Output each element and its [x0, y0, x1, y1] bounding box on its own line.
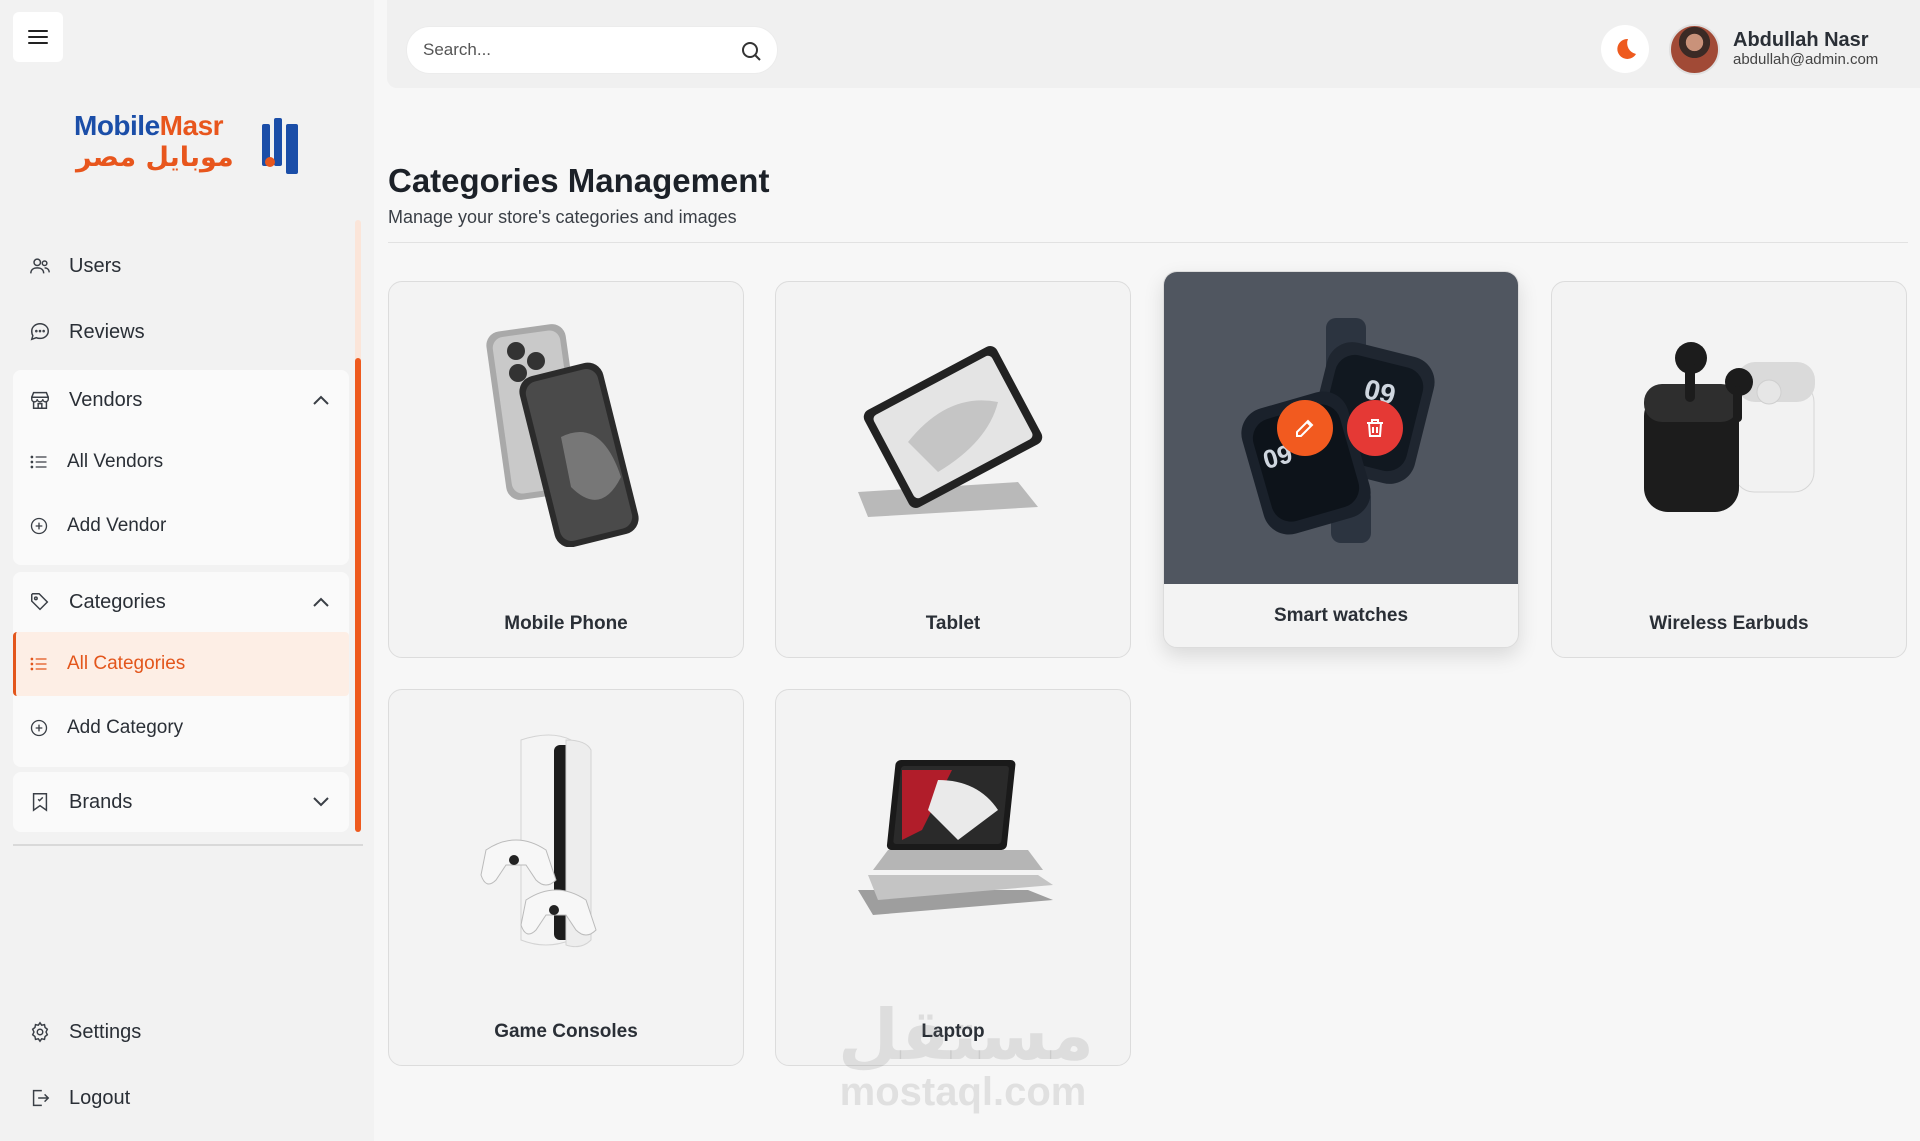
sidebar: MobileMasr موبايل مصر Users Reviews Vend…: [0, 0, 374, 1141]
users-icon: [30, 258, 50, 274]
bookmark-icon: [32, 793, 48, 812]
search-box[interactable]: [406, 26, 778, 74]
sidebar-item-label: Reviews: [69, 320, 145, 343]
category-card[interactable]: 09 28 09 Smart watches: [1163, 271, 1519, 648]
watermark-ar: مستقل: [838, 994, 1095, 1076]
sidebar-subitem-add-category[interactable]: Add Category: [13, 696, 349, 760]
phone-image: [389, 282, 743, 582]
logo-text-ar: موبايل مصر: [76, 142, 234, 173]
tablet-image: [776, 282, 1130, 582]
store-icon: [31, 391, 49, 409]
category-name: Tablet: [925, 613, 981, 634]
tag-icon: [31, 593, 49, 611]
sidebar-item-logout[interactable]: Logout: [13, 1069, 349, 1127]
category-name: Mobile Phone: [504, 613, 628, 634]
page-title: Categories Management: [388, 162, 770, 199]
title-divider: [388, 242, 1908, 243]
console-image: [389, 690, 743, 990]
sidebar-subitem-all-categories[interactable]: All Categories: [13, 632, 349, 696]
logo-text-en: MobileMasr: [74, 110, 224, 141]
sidebar-item-label: Vendors: [69, 388, 143, 411]
category-card[interactable]: Tablet: [775, 281, 1131, 658]
brand-logo[interactable]: MobileMasr موبايل مصر: [72, 108, 302, 174]
gear-icon: [31, 1021, 49, 1043]
moon-icon: [1617, 38, 1636, 59]
sidebar-item-reviews[interactable]: Reviews: [13, 303, 349, 361]
category-name: Smart watches: [1273, 605, 1409, 626]
edit-category-button[interactable]: [1277, 400, 1333, 456]
category-card[interactable]: Game Consoles: [388, 689, 744, 1066]
page-subtitle: Manage your store's categories and image…: [388, 207, 737, 227]
hamburger-icon: [28, 30, 48, 44]
chevron-up-icon[interactable]: [311, 593, 331, 611]
logo-mark-icon: [262, 118, 298, 174]
theme-toggle-button[interactable]: [1601, 25, 1649, 73]
sidebar-subitem-label: All Categories: [67, 653, 186, 674]
watermark: مستقل mostaql.com: [838, 994, 1095, 1114]
chevron-up-icon[interactable]: [311, 391, 331, 409]
sidebar-item-brands[interactable]: Brands: [13, 772, 349, 832]
edit-icon: [1296, 419, 1314, 437]
search-input[interactable]: [423, 40, 723, 60]
chevron-down-icon[interactable]: [311, 793, 331, 811]
sidebar-item-label: Logout: [69, 1086, 131, 1109]
list-icon: [30, 455, 47, 469]
sidebar-item-label: Settings: [69, 1020, 142, 1043]
sidebar-subitem-label: All Vendors: [67, 451, 164, 472]
earbuds-image: [1552, 282, 1906, 582]
smartwatch-image: 09 28 09: [1164, 272, 1518, 584]
sidebar-group-brands: Brands: [13, 772, 349, 832]
menu-toggle-button[interactable]: [13, 12, 63, 62]
sidebar-subitem-all-vendors[interactable]: All Vendors: [13, 430, 349, 494]
sidebar-scrollbar[interactable]: [355, 358, 361, 832]
sidebar-group-categories: Categories All Categories Add Category: [13, 572, 349, 767]
delete-category-button[interactable]: [1347, 400, 1403, 456]
sidebar-item-vendors[interactable]: Vendors: [13, 370, 349, 430]
category-card[interactable]: Wireless Earbuds: [1551, 281, 1907, 658]
logout-icon: [32, 1089, 50, 1107]
sidebar-item-categories[interactable]: Categories: [13, 572, 349, 632]
trash-icon: [1367, 419, 1383, 437]
sidebar-item-label: Categories: [69, 590, 166, 613]
watermark-en: mostaql.com: [839, 1070, 1087, 1114]
sidebar-subitem-label: Add Vendor: [67, 515, 167, 536]
category-name: Wireless Earbuds: [1649, 613, 1809, 634]
sidebar-item-label: Brands: [69, 790, 133, 813]
list-icon: [30, 657, 47, 671]
user-email: abdullah@admin.com: [1733, 51, 1879, 68]
category-card[interactable]: Mobile Phone: [388, 281, 744, 658]
search-icon[interactable]: [739, 39, 763, 63]
sidebar-subitem-add-vendor[interactable]: Add Vendor: [13, 494, 349, 558]
plus-circle-icon: [30, 517, 48, 535]
plus-circle-icon: [30, 719, 48, 737]
sidebar-subitem-label: Add Category: [67, 717, 184, 738]
sidebar-item-label: Users: [69, 254, 122, 277]
sidebar-group-vendors: Vendors All Vendors Add Vendor: [13, 370, 349, 565]
user-name: Abdullah Nasr: [1733, 29, 1869, 51]
avatar[interactable]: [1669, 24, 1720, 75]
category-name: Game Consoles: [494, 1021, 638, 1042]
sidebar-item-settings[interactable]: Settings: [13, 1003, 349, 1061]
sidebar-divider: [13, 844, 363, 846]
sidebar-item-users[interactable]: Users: [13, 237, 349, 295]
laptop-image: [776, 690, 1130, 990]
chat-bubble-icon: [30, 323, 49, 341]
